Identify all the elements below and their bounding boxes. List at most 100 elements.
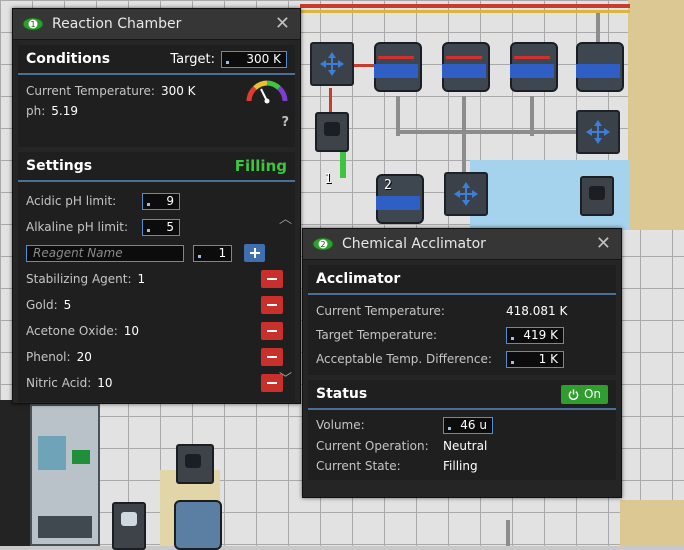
chemical-acclimator-window: 2 Chemical Acclimator ✕ Acclimator Curre… [302, 228, 622, 498]
current-temperature-value: 418.081 K [506, 304, 568, 318]
power-toggle-button[interactable]: On [560, 384, 608, 404]
target-temperature-label: Target Temperature: [316, 328, 437, 342]
ph-label: ph: [26, 104, 46, 118]
pipe-manifold[interactable] [310, 42, 354, 86]
temperature-label: Current Temperature: [26, 84, 155, 98]
reagent-name: Gold: [26, 298, 58, 312]
reagent-amount: 1 [137, 272, 146, 286]
temp-difference-label: Acceptable Temp. Difference: [316, 352, 492, 366]
chem-dispenser[interactable] [580, 176, 614, 216]
chemical-tank[interactable] [374, 170, 424, 224]
gauge-icon [245, 79, 289, 108]
alkaline-ph-label: Alkaline pH limit: [26, 220, 128, 234]
console-screen [38, 436, 66, 470]
conditions-section: Conditions Target: 300 K Current Tempera… [18, 45, 295, 147]
floor-tile [628, 0, 684, 230]
pipe [506, 520, 510, 546]
reagent-amount: 20 [76, 350, 92, 364]
power-label: On [583, 387, 601, 401]
eye-icon: 2 [312, 237, 334, 251]
machine-console[interactable] [30, 404, 100, 546]
map-label-2: 2 [384, 178, 392, 193]
alkaline-ph-input[interactable]: 5 [142, 218, 180, 236]
operation-value: Neutral [443, 439, 488, 453]
close-icon[interactable]: ✕ [596, 234, 611, 254]
chemical-tank[interactable] [574, 38, 624, 92]
reagent-row: Nitric Acid: 10 [26, 370, 283, 396]
reagent-row: Gold: 5 [26, 292, 283, 318]
close-icon[interactable]: ✕ [275, 14, 290, 34]
floor-tile [620, 500, 684, 546]
pipe [462, 96, 466, 176]
state-value: Filling [443, 459, 478, 473]
target-temperature-input[interactable]: 300 K [221, 50, 287, 68]
chem-dispenser[interactable] [112, 502, 146, 550]
reagent-name: Phenol: [26, 350, 71, 364]
pipe-manifold[interactable] [576, 110, 620, 154]
pipe [340, 150, 346, 178]
pipe [300, 4, 630, 8]
scroll-down-icon[interactable]: ﹀ [279, 373, 292, 386]
reaction-chamber-window: 1 Reaction Chamber ✕ Conditions Target: … [12, 8, 301, 404]
status-text: Filling [234, 157, 287, 175]
window-title: Chemical Acclimator [342, 236, 486, 252]
target-temperature-input[interactable]: 419 K [506, 326, 564, 344]
reagent-name: Acetone Oxide: [26, 324, 118, 338]
reagent-amount: 10 [97, 376, 113, 390]
acclimator-section: Acclimator Current Temperature: 418.081 … [308, 265, 616, 375]
water-tank[interactable] [172, 496, 222, 550]
remove-reagent-button[interactable] [261, 322, 283, 340]
add-reagent-button[interactable] [244, 244, 265, 262]
console-indicator [72, 450, 90, 464]
temperature-value: 300 K [160, 84, 196, 98]
current-temperature-label: Current Temperature: [316, 304, 445, 318]
volume-input[interactable]: 46 u [443, 416, 493, 434]
section-title: Acclimator [316, 271, 401, 287]
target-label: Target: [170, 51, 215, 67]
chemical-tank[interactable] [372, 38, 422, 92]
window-badge: 1 [30, 20, 35, 29]
console-panel [38, 516, 92, 538]
reagent-list: Stabilizing Agent: 1 Gold: 5 Acetone Oxide: 1… [26, 266, 283, 396]
state-label: Current State: [316, 459, 401, 473]
section-title: Settings [26, 158, 93, 174]
floor-vent[interactable] [176, 444, 214, 484]
chem-dispenser[interactable] [315, 112, 349, 152]
remove-reagent-button[interactable] [261, 296, 283, 314]
window-badge: 2 [320, 240, 325, 249]
pipe [530, 96, 534, 136]
help-icon[interactable]: ? [281, 115, 289, 130]
settings-section: Settings Filling Acidic pH limit: 9 Alka… [18, 152, 295, 402]
eye-icon: 1 [22, 17, 44, 31]
reagent-row: Acetone Oxide: 10 [26, 318, 283, 344]
reagent-amount: 10 [123, 324, 140, 338]
map-label-1: 1 [324, 172, 332, 187]
operation-label: Current Operation: [316, 439, 429, 453]
reagent-name-input[interactable]: Reagent Name [26, 244, 185, 262]
acidic-ph-input[interactable]: 9 [142, 192, 180, 210]
reagent-name: Nitric Acid: [26, 376, 92, 390]
reagent-amount-input[interactable]: 1 [193, 244, 233, 262]
chemical-tank[interactable] [440, 38, 490, 92]
scroll-up-icon[interactable]: ︿ [279, 213, 292, 226]
remove-reagent-button[interactable] [261, 348, 283, 366]
acidic-ph-label: Acidic pH limit: [26, 194, 117, 208]
space-tile [0, 400, 32, 546]
reagent-name: Stabilizing Agent: [26, 272, 132, 286]
volume-label: Volume: [316, 418, 365, 432]
reagent-row: Stabilizing Agent: 1 [26, 266, 283, 292]
reagent-amount: 5 [63, 298, 72, 312]
window-titlebar[interactable]: 2 Chemical Acclimator ✕ [303, 229, 621, 260]
pipe-manifold[interactable] [444, 172, 488, 216]
pipe [396, 130, 596, 134]
remove-reagent-button[interactable] [261, 270, 283, 288]
chemical-tank[interactable] [508, 38, 558, 92]
temp-difference-input[interactable]: 1 K [506, 350, 564, 368]
status-section: Status On Volume: 46 u Current Operation… [308, 380, 616, 480]
section-title: Conditions [26, 51, 111, 67]
section-title: Status [316, 386, 368, 402]
power-icon [568, 388, 579, 400]
pipe [300, 10, 630, 13]
window-titlebar[interactable]: 1 Reaction Chamber ✕ [13, 9, 300, 40]
ph-value: 5.19 [51, 104, 78, 118]
